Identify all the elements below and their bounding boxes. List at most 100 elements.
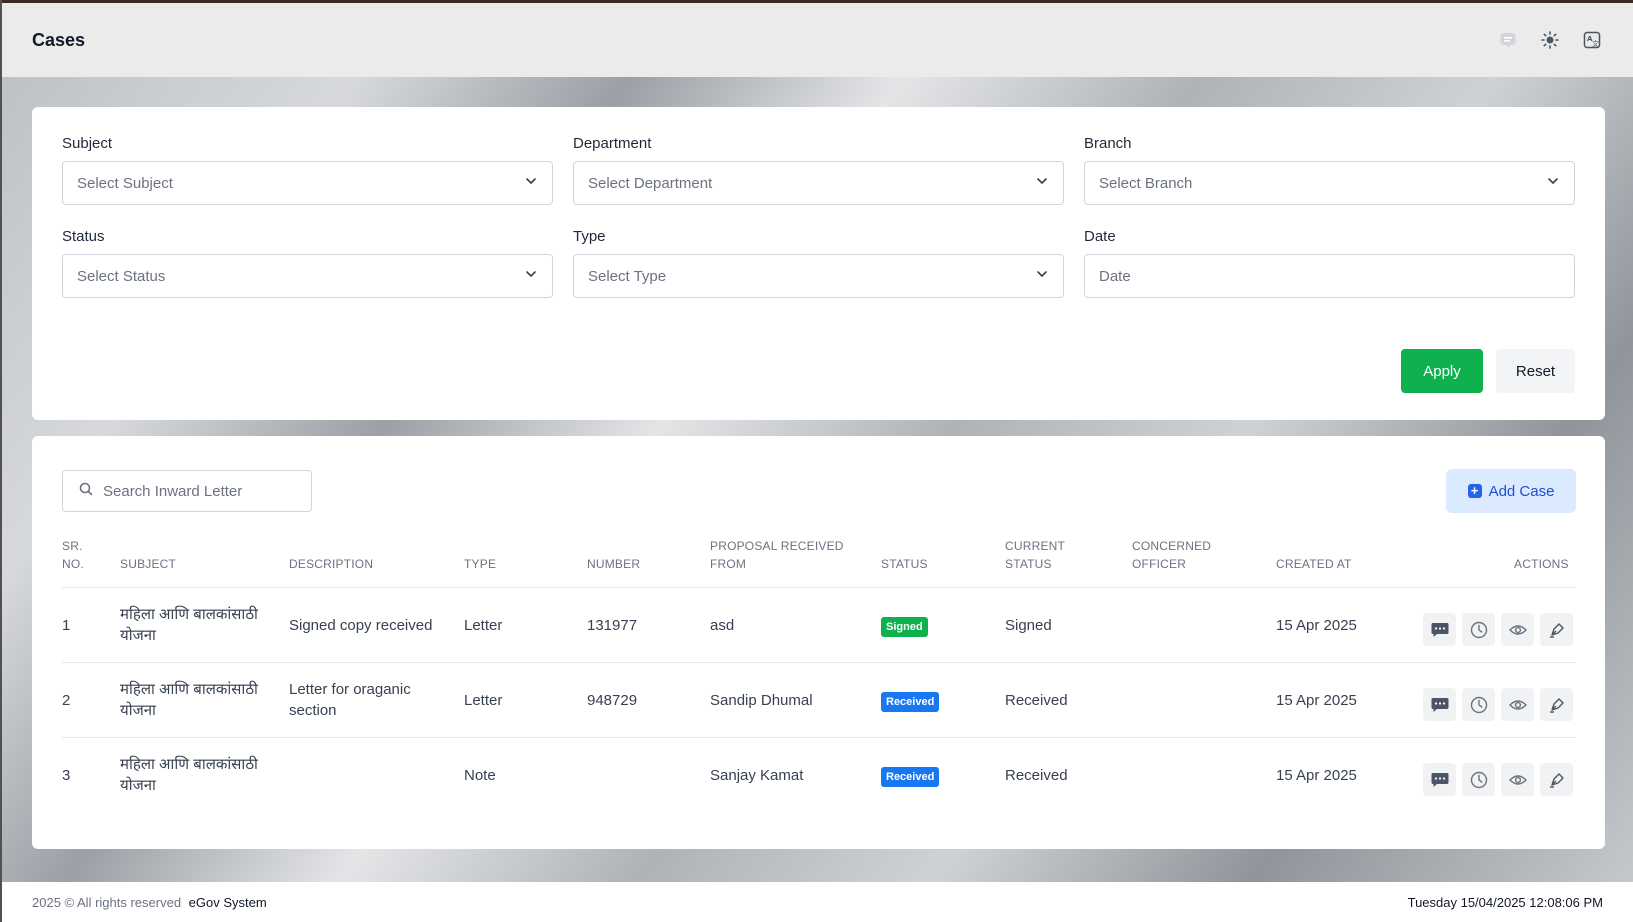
cell-type: Letter (464, 617, 503, 634)
sun-icon[interactable] (1539, 29, 1561, 51)
page-footer: 2025 © All rights reserved eGov System T… (2, 882, 1633, 922)
message-icon[interactable] (1497, 29, 1519, 51)
chevron-down-icon (524, 267, 538, 285)
plus-icon: + (1467, 484, 1482, 498)
sign-pen-icon[interactable] (1540, 763, 1573, 796)
column-header-current-status: CURRENT STATUS (1005, 539, 1065, 571)
translate-icon[interactable]: A文 (1581, 29, 1603, 51)
sign-pen-icon[interactable] (1540, 613, 1573, 646)
column-header-status: STATUS (881, 557, 928, 571)
status-badge: Received (881, 692, 940, 712)
view-icon[interactable] (1501, 763, 1534, 796)
status-badge: Received (881, 767, 940, 787)
copyright-text: 2025 © All rights reserved (32, 894, 182, 910)
search-icon (79, 482, 93, 501)
date-label: Date (1084, 228, 1116, 245)
chevron-down-icon (1035, 267, 1049, 285)
chevron-down-icon (524, 174, 538, 192)
cell-current-status: Signed (1005, 617, 1052, 634)
search-input[interactable] (103, 482, 283, 500)
page-header: Cases A文 (2, 3, 1633, 77)
column-header-created: CREATED AT (1276, 557, 1352, 571)
cell-description: Signed copy received (289, 617, 433, 634)
chevron-down-icon (1035, 174, 1049, 192)
add-case-button[interactable]: + Add Case (1446, 469, 1576, 513)
comment-icon[interactable] (1423, 763, 1456, 796)
page-title: Cases (32, 29, 86, 50)
row-actions (1423, 763, 1573, 796)
cell-sr: 3 (62, 767, 71, 784)
history-icon[interactable] (1462, 613, 1495, 646)
row-divider (62, 737, 1576, 738)
type-select[interactable]: Select Type (573, 254, 1064, 298)
type-select-placeholder: Select Type (588, 267, 667, 285)
row-actions (1423, 613, 1573, 646)
cell-from: Sanjay Kamat (710, 767, 804, 784)
chevron-down-icon (1546, 174, 1560, 192)
status-select-placeholder: Select Status (77, 267, 166, 285)
column-header-type: TYPE (464, 557, 497, 571)
department-select[interactable]: Select Department (573, 161, 1064, 205)
svg-text:文: 文 (1592, 39, 1599, 48)
history-icon[interactable] (1462, 688, 1495, 721)
cell-sr: 1 (62, 617, 71, 634)
column-header-sr: SR. NO. (62, 539, 84, 571)
branch-select[interactable]: Select Branch (1084, 161, 1575, 205)
sign-pen-icon[interactable] (1540, 688, 1573, 721)
row-divider (62, 662, 1576, 663)
cell-subject: महिला आणि बालकांसाठी योजना (120, 681, 258, 719)
cell-type: Note (464, 767, 496, 784)
cell-sr: 2 (62, 692, 71, 709)
view-icon[interactable] (1501, 688, 1534, 721)
status-badge: Signed (881, 617, 928, 637)
cell-number: 131977 (587, 617, 638, 634)
subject-select[interactable]: Select Subject (62, 161, 553, 205)
cell-from: Sandip Dhumal (710, 692, 813, 709)
column-header-subject: SUBJECT (120, 557, 177, 571)
column-header-from: PROPOSAL RECEIVED FROM (710, 539, 844, 571)
history-icon[interactable] (1462, 763, 1495, 796)
header-divider (62, 587, 1576, 588)
cell-type: Letter (464, 692, 503, 709)
cell-current-status: Received (1005, 692, 1068, 709)
subject-select-placeholder: Select Subject (77, 174, 173, 192)
search-box[interactable] (62, 470, 312, 512)
status-select[interactable]: Select Status (62, 254, 553, 298)
date-input-placeholder: Date (1099, 267, 1131, 285)
cases-table-panel: + Add Case SR. NO. SUBJECT DESCRIPTION T… (32, 436, 1605, 849)
reset-button[interactable]: Reset (1496, 349, 1575, 393)
comment-icon[interactable] (1423, 613, 1456, 646)
cell-description: Letter for oraganic section (289, 681, 411, 719)
window-left-border (0, 0, 2, 922)
add-case-label: Add Case (1488, 482, 1555, 500)
cell-created: 15 Apr 2025 (1276, 767, 1357, 784)
date-input[interactable]: Date (1084, 254, 1575, 298)
view-icon[interactable] (1501, 613, 1534, 646)
column-header-number: NUMBER (587, 557, 641, 571)
department-label: Department (573, 135, 652, 152)
cell-number: 948729 (587, 692, 638, 709)
cell-subject: महिला आणि बालकांसाठी योजना (120, 756, 258, 794)
column-header-description: DESCRIPTION (289, 557, 374, 571)
brand-name: eGov System (188, 894, 267, 910)
branch-select-placeholder: Select Branch (1099, 174, 1193, 192)
row-actions (1423, 688, 1573, 721)
current-datetime: Tuesday 15/04/2025 12:08:06 PM (1407, 894, 1603, 910)
column-header-actions: ACTIONS (1514, 557, 1569, 571)
department-select-placeholder: Select Department (588, 174, 713, 192)
type-label: Type (573, 228, 606, 245)
cell-current-status: Received (1005, 767, 1068, 784)
branch-label: Branch (1084, 135, 1132, 152)
header-actions: A文 (1497, 29, 1603, 51)
status-label: Status (62, 228, 105, 245)
cell-subject: महिला आणि बालकांसाठी योजना (120, 606, 258, 644)
apply-button[interactable]: Apply (1401, 349, 1483, 393)
footer-copyright: 2025 © All rights reserved eGov System (32, 895, 267, 910)
cell-created: 15 Apr 2025 (1276, 692, 1357, 709)
cell-from: asd (710, 617, 735, 634)
column-header-officer: CONCERNED OFFICER (1132, 539, 1212, 571)
comment-icon[interactable] (1423, 688, 1456, 721)
cell-created: 15 Apr 2025 (1276, 617, 1357, 634)
filters-panel: Subject Select Subject Department Select… (32, 107, 1605, 420)
subject-label: Subject (62, 135, 113, 152)
